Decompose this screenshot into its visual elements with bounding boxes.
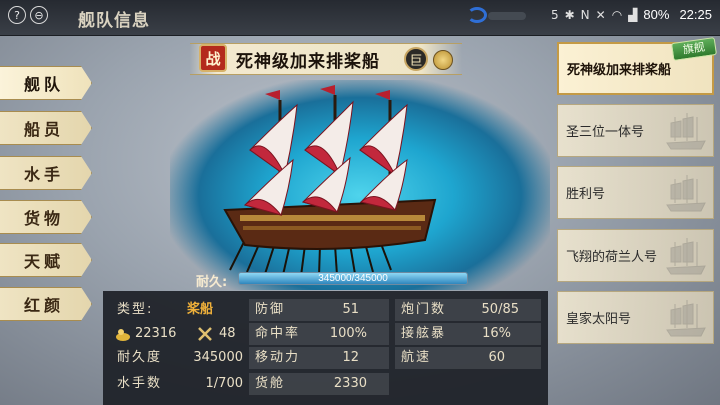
stat-speed: 航速 60 xyxy=(395,347,541,369)
stat-sailors: 水手数 1/700 xyxy=(109,373,249,395)
durability-label: 耐久: xyxy=(196,275,228,290)
stat-cannon: 炮门数 50/85 xyxy=(395,299,541,321)
stat-cargo: 货舱 2330 xyxy=(249,373,389,395)
menu-label: 舰队 xyxy=(24,75,65,94)
stat-label: 防御 xyxy=(255,302,286,317)
ship-stats-panel: 类型: 桨船 22316 48 耐久度 345000 水手数 1/700 防御 … xyxy=(103,291,548,405)
signal-number: 5 xyxy=(550,7,559,22)
menu-label: 货物 xyxy=(24,209,65,228)
fleet-ship-item[interactable]: 皇家太阳号 xyxy=(557,291,714,344)
fleet-ship-name: 皇家太阳号 xyxy=(566,312,632,327)
menu-label: 船员 xyxy=(24,120,65,139)
menu-tab-companion[interactable]: 红颜 xyxy=(0,287,92,321)
stat-label: 移动力 xyxy=(255,350,301,365)
menu-label: 红颜 xyxy=(24,296,65,315)
menu-label: 水手 xyxy=(24,165,65,184)
sync-icon xyxy=(467,7,487,23)
fleet-ship-name: 胜利号 xyxy=(566,187,606,202)
stat-label: 耐久度 xyxy=(117,350,163,365)
stat-value: 48 xyxy=(219,326,236,341)
stat-value: 100% xyxy=(329,326,367,341)
swap-ship-icon[interactable] xyxy=(433,50,453,70)
stat-value: 22316 xyxy=(135,326,177,341)
stat-value: 1/700 xyxy=(205,376,243,391)
fleet-ship-item[interactable]: 飞翔的荷兰人号 xyxy=(557,229,714,282)
status-bar: 5 ✱ N ✕ ◠ ▟ 80% 22:25 xyxy=(551,7,712,22)
bluetooth-icon: ✱ xyxy=(564,7,575,22)
sync-indicator xyxy=(488,12,526,20)
ship-silhouette-icon xyxy=(666,300,706,337)
menu-tab-fleet[interactable]: 舰队 xyxy=(0,66,92,100)
mute-icon: ✕ xyxy=(595,7,606,22)
fleet-ship-name: 圣三位一体号 xyxy=(566,125,645,140)
crossed-swords-icon xyxy=(198,327,212,341)
stat-defense: 防御 51 xyxy=(249,299,389,321)
fleet-ship-item[interactable]: 胜利号 xyxy=(557,166,714,219)
stat-value: 12 xyxy=(342,350,359,365)
stat-durability: 耐久度 345000 xyxy=(109,347,249,369)
stat-value: 2330 xyxy=(333,376,367,391)
fleet-ship-item[interactable]: 圣三位一体号 xyxy=(557,104,714,157)
stat-type: 类型: 桨船 xyxy=(109,299,249,321)
stat-hit-rate: 命中率 100% xyxy=(249,323,389,345)
stat-movement: 移动力 12 xyxy=(249,347,389,369)
menu-tab-talent[interactable]: 天赋 xyxy=(0,243,92,277)
stat-value: 60 xyxy=(488,350,505,365)
ship-silhouette-icon xyxy=(666,175,706,212)
ship-silhouette-icon xyxy=(666,113,706,150)
stat-value: 50/85 xyxy=(481,302,519,317)
back-icon[interactable]: ⊖ xyxy=(30,6,48,24)
cellular-icon: ▟ xyxy=(628,7,638,22)
stat-label: 命中率 xyxy=(255,326,301,341)
galley-ship-illustration xyxy=(223,85,437,277)
stat-label: 航速 xyxy=(401,350,432,365)
nfc-icon: N xyxy=(580,7,590,22)
stat-value: 16% xyxy=(482,326,511,341)
stat-value: 345000 xyxy=(193,350,243,365)
stat-label: 水手数 xyxy=(117,376,163,391)
page-title: 舰队信息 xyxy=(78,11,150,31)
battery-percent: 80% xyxy=(643,7,670,22)
menu-tab-cargo[interactable]: 货物 xyxy=(0,200,92,234)
durability-text: 345000/345000 xyxy=(318,273,388,284)
stat-boarding: 接舷暴 16% xyxy=(395,323,541,345)
stat-label: 接舷暴 xyxy=(401,326,447,341)
stat-value: 桨船 xyxy=(187,302,214,317)
ship-silhouette-icon xyxy=(666,238,706,275)
clock: 22:25 xyxy=(679,7,712,22)
fleet-ship-name: 飞翔的荷兰人号 xyxy=(566,250,658,265)
battle-type-badge: 战 xyxy=(199,44,227,72)
stat-label: 类型: xyxy=(117,302,154,317)
menu-label: 天赋 xyxy=(24,252,65,271)
ship-name: 死神级加来排桨船 xyxy=(236,52,380,72)
menu-tab-sailors[interactable]: 水手 xyxy=(0,156,92,190)
stat-value: 51 xyxy=(342,302,359,317)
ship-size-badge: 巨 xyxy=(404,47,428,71)
stat-label: 炮门数 xyxy=(401,302,447,317)
gold-icon xyxy=(116,329,130,341)
wifi-icon: ◠ xyxy=(611,7,623,22)
stat-gold-swords: 22316 48 xyxy=(109,323,249,345)
menu-tab-crew[interactable]: 船员 xyxy=(0,111,92,145)
stat-label: 货舱 xyxy=(255,376,286,391)
help-icon[interactable]: ? xyxy=(8,6,26,24)
fleet-ship-name: 死神级加来排桨船 xyxy=(567,63,672,78)
